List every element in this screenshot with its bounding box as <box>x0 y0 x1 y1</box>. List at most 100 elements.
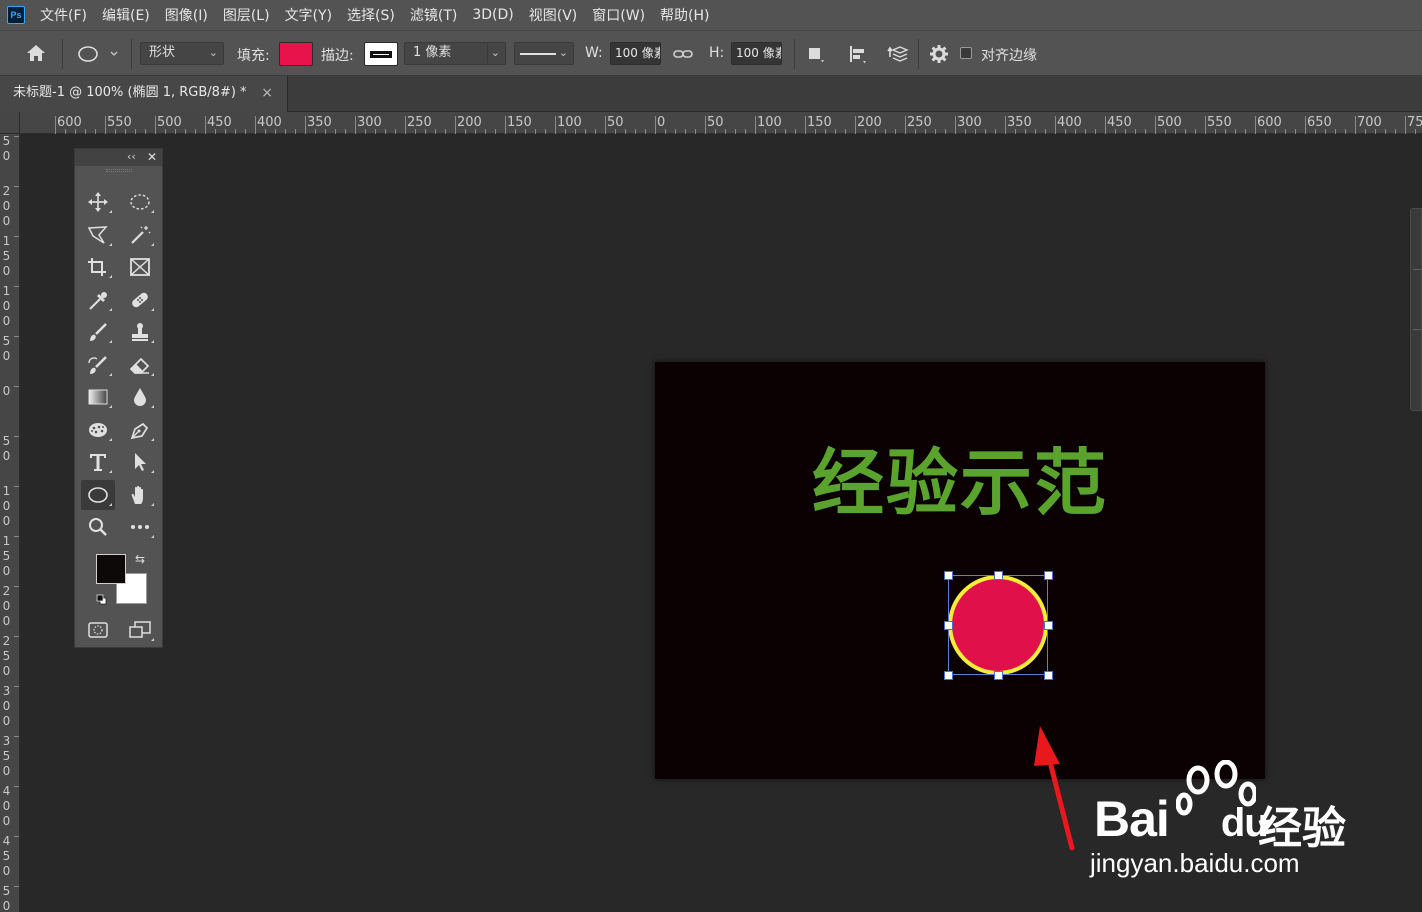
default-colors-icon[interactable] <box>96 594 107 605</box>
annotation-arrow-icon <box>1034 726 1075 851</box>
lasso-icon <box>87 226 108 244</box>
document-canvas[interactable]: 经验示范 <box>655 362 1265 779</box>
tools-panel-header[interactable]: ‹‹ ✕ <box>75 149 162 166</box>
height-input[interactable]: 100 像素 <box>731 42 782 65</box>
ruler-minor-tick <box>215 129 216 134</box>
ruler-label: 50 <box>2 434 11 463</box>
stroke-color-swatch[interactable] <box>364 42 398 66</box>
menu-file[interactable]: 文件(F) <box>40 5 87 25</box>
transform-handle[interactable] <box>994 671 1003 680</box>
path-operations-button[interactable] <box>802 42 828 66</box>
brush-tool[interactable] <box>81 317 115 347</box>
ruler-label: 600 <box>1257 115 1282 130</box>
eyedropper-tool[interactable] <box>81 285 115 315</box>
menu-window[interactable]: 窗口(W) <box>592 5 645 25</box>
close-icon[interactable]: × <box>261 76 273 110</box>
path-alignment-button[interactable] <box>844 42 870 66</box>
elliptical-marquee-tool[interactable] <box>123 187 157 217</box>
path-arrangement-button[interactable] <box>885 42 911 66</box>
close-icon[interactable]: ✕ <box>147 149 157 165</box>
watermark-brand: Bai du <box>1094 790 1269 848</box>
zoom-tool[interactable] <box>81 512 115 542</box>
ellipse-marquee-icon <box>130 194 150 210</box>
move-icon <box>88 192 108 212</box>
collapsed-panels-strip[interactable] <box>1410 208 1422 411</box>
ruler-minor-tick <box>735 129 736 134</box>
stroke-type-dropdown[interactable]: ⌄ <box>514 42 574 65</box>
geometry-options-button[interactable] <box>926 42 952 66</box>
transform-handle[interactable] <box>1044 571 1053 580</box>
document-tab[interactable]: 未标题-1 @ 100% (椭圆 1, RGB/8#) * × <box>0 76 288 112</box>
screen-mode-button[interactable] <box>123 615 157 645</box>
menu-3d[interactable]: 3D(D) <box>472 7 513 23</box>
ruler-major-tick <box>14 486 19 487</box>
ruler-label: 450 <box>207 115 232 130</box>
magic-wand-tool[interactable] <box>123 220 157 250</box>
link-dimensions-button[interactable] <box>670 42 696 66</box>
home-button[interactable] <box>22 41 50 65</box>
horizontal-ruler[interactable]: 600 550 500 450 400 350 300 250 200 150 100 50 0 50 10… <box>20 112 1422 134</box>
transform-handle[interactable] <box>1044 621 1053 630</box>
align-edges-checkbox[interactable] <box>960 47 972 59</box>
ruler-minor-tick <box>1395 129 1396 134</box>
sponge-tool[interactable] <box>81 415 115 445</box>
type-tool[interactable] <box>81 447 115 477</box>
ellipse-tool[interactable] <box>81 480 115 510</box>
gradient-tool[interactable] <box>81 382 115 412</box>
stroke-width-field[interactable]: 1 像素 ⌄ <box>404 42 506 65</box>
healing-brush-tool[interactable] <box>123 285 157 315</box>
menu-filter[interactable]: 滤镜(T) <box>410 5 457 25</box>
frame-tool[interactable] <box>123 252 157 282</box>
path-selection-tool[interactable] <box>123 447 157 477</box>
transform-bounding-box[interactable] <box>944 571 1053 680</box>
clone-stamp-tool[interactable] <box>123 317 157 347</box>
transform-handle[interactable] <box>1044 671 1053 680</box>
tool-preset-picker[interactable] <box>72 42 124 66</box>
menu-view[interactable]: 视图(V) <box>529 5 578 25</box>
ruler-major-tick <box>14 586 19 587</box>
ellipse-preset-icon <box>78 46 118 62</box>
hand-tool[interactable] <box>123 480 157 510</box>
mode-dropdown[interactable]: 形状 ⌄ <box>140 42 224 65</box>
menu-select[interactable]: 选择(S) <box>347 5 395 25</box>
history-brush-tool[interactable] <box>81 350 115 380</box>
menu-help[interactable]: 帮助(H) <box>660 5 709 25</box>
canvas-text-layer[interactable]: 经验示范 <box>655 424 1265 529</box>
tool-group-indicator <box>151 470 154 473</box>
fill-color-swatch[interactable] <box>279 42 313 66</box>
width-input[interactable]: 100 像素 <box>610 42 661 65</box>
transform-handle[interactable] <box>994 571 1003 580</box>
eraser-tool[interactable] <box>123 350 157 380</box>
move-tool[interactable] <box>81 187 115 217</box>
ruler-label: 250 <box>907 115 932 130</box>
menu-image[interactable]: 图像(I) <box>165 5 208 25</box>
collapse-icon[interactable]: ‹‹ <box>127 149 136 165</box>
ruler-minor-tick <box>95 129 96 134</box>
document-tab-bar: 未标题-1 @ 100% (椭圆 1, RGB/8#) * × <box>0 76 1422 112</box>
ruler-minor-tick <box>65 129 66 134</box>
panel-grip[interactable] <box>106 169 132 172</box>
crop-tool[interactable] <box>81 252 115 282</box>
type-icon <box>90 454 106 471</box>
ruler-major-tick <box>1305 116 1306 134</box>
polygonal-lasso-tool[interactable] <box>81 220 115 250</box>
menu-type[interactable]: 文字(Y) <box>285 5 332 25</box>
vertical-ruler[interactable]: 50 200 150 100 50 0 50 100 150 200 250 300 350 400 450… <box>0 134 20 912</box>
ruler-minor-tick <box>295 129 296 134</box>
menu-layer[interactable]: 图层(L) <box>223 5 270 25</box>
ruler-label: 300 <box>357 115 382 130</box>
ruler-minor-tick <box>1145 129 1146 134</box>
align-icon <box>850 46 866 64</box>
transform-handle[interactable] <box>944 671 953 680</box>
swap-colors-icon[interactable]: ⇆ <box>135 552 145 566</box>
ruler-minor-tick <box>275 129 276 134</box>
ruler-minor-tick <box>365 129 366 134</box>
transform-handle[interactable] <box>944 571 953 580</box>
blur-tool[interactable] <box>123 382 157 412</box>
more-tools[interactable] <box>123 512 157 542</box>
transform-handle[interactable] <box>944 621 953 630</box>
foreground-color-swatch[interactable] <box>96 554 126 584</box>
menu-edit[interactable]: 编辑(E) <box>102 5 150 25</box>
pen-tool[interactable] <box>123 415 157 445</box>
quick-mask-button[interactable] <box>81 615 115 645</box>
